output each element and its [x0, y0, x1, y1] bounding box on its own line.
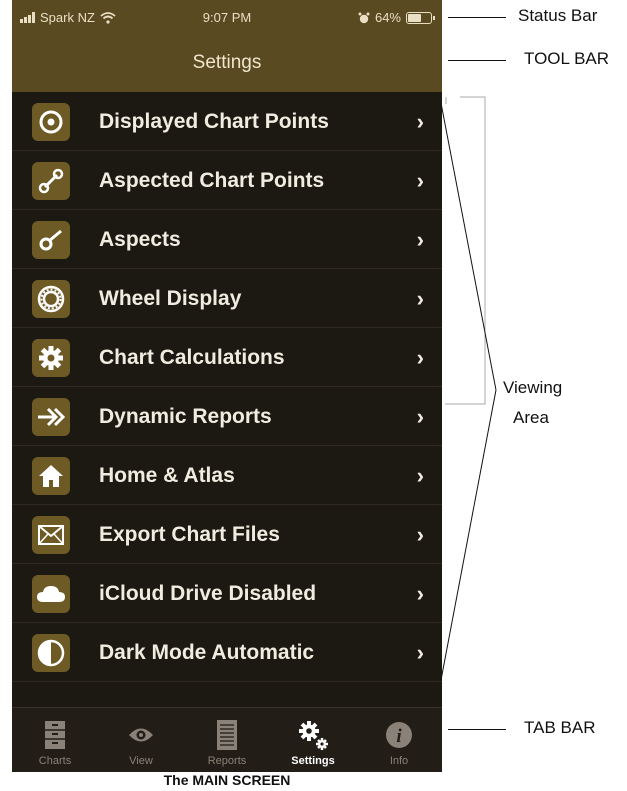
annotation-tab-bar: TAB BAR	[524, 718, 596, 737]
annotation-viewing: Viewing	[503, 378, 563, 397]
tab-bar-pointer-line	[448, 729, 506, 730]
figure-caption: The MAIN SCREEN	[163, 772, 291, 788]
annotation-area: Area	[513, 408, 549, 427]
